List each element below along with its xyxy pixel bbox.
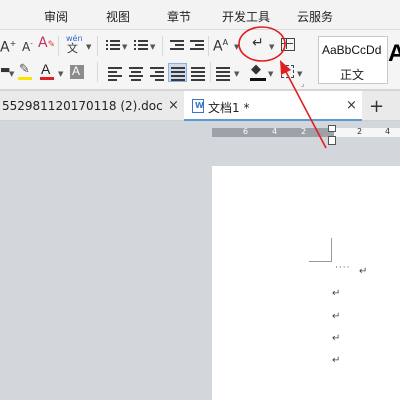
chevron-down-icon[interactable]: ▼ xyxy=(9,70,14,78)
font-color-button[interactable]: A xyxy=(40,61,54,80)
align-right-icon[interactable] xyxy=(150,67,164,81)
paragraph-mark: ↵ xyxy=(359,266,368,277)
style-name: 正文 xyxy=(340,68,365,82)
menu-cloud-service[interactable]: 云服务 xyxy=(297,8,333,25)
menu-developer-tools[interactable]: 开发工具 xyxy=(222,8,270,25)
paragraph-mark: ↵ xyxy=(332,355,341,366)
distributed-align-icon[interactable] xyxy=(191,67,205,81)
menu-bar: 审阅 视图 章节 开发工具 云服务 xyxy=(0,0,400,30)
chevron-down-icon[interactable]: ▼ xyxy=(234,43,239,51)
increase-indent-icon[interactable] xyxy=(190,39,204,51)
highlight-color-bar xyxy=(18,77,32,80)
numbering-icon[interactable] xyxy=(134,39,148,51)
horizontal-ruler[interactable]: 6 4 2 2 4 xyxy=(212,127,400,137)
paragraph-mark: ↵ xyxy=(332,311,341,322)
justify-button[interactable] xyxy=(168,63,187,82)
style-normal[interactable]: AaBbCcDd 正文 xyxy=(318,36,388,84)
style-heading-preview[interactable]: A xyxy=(388,40,400,68)
style-sample-text: AaBbCcDd xyxy=(322,43,382,57)
close-icon[interactable]: × xyxy=(168,98,179,113)
grow-font-button[interactable]: AA xyxy=(213,36,228,54)
menu-review[interactable]: 审阅 xyxy=(44,8,68,25)
align-center-icon[interactable] xyxy=(129,67,143,81)
phonetic-bottom-text: 文 xyxy=(67,42,78,55)
phonetic-guide-button[interactable]: wén 文 xyxy=(64,32,86,56)
ribbon-divider xyxy=(208,36,209,56)
margin-corner-mark xyxy=(331,238,332,262)
paragraph-mark: ↵ xyxy=(332,333,341,344)
ribbon-divider xyxy=(97,62,98,82)
align-left-icon[interactable] xyxy=(108,67,122,81)
chevron-down-icon[interactable]: ▼ xyxy=(268,70,273,78)
text-dots: ···· xyxy=(335,263,351,273)
dialog-launcher-icon[interactable]: ⌟ xyxy=(301,80,304,88)
wps-writer-window: 审阅 视图 章节 开发工具 云服务 A+ A- A✎ wén 文 ▼ ▼ ▼ A… xyxy=(0,0,400,400)
tab-doc-file-label: 552981120170118 (2).doc xyxy=(2,99,163,113)
document-page[interactable] xyxy=(212,166,400,400)
chevron-down-icon[interactable]: ▼ xyxy=(150,43,155,51)
clear-format-icon[interactable]: A✎ xyxy=(38,36,55,52)
chevron-down-icon[interactable]: ▼ xyxy=(297,70,302,78)
shrink-font-button[interactable]: A+ xyxy=(0,37,16,55)
paragraph-mark: ↵ xyxy=(332,288,341,299)
ribbon-divider xyxy=(58,36,59,56)
close-icon[interactable]: × xyxy=(346,98,357,113)
document-icon: W xyxy=(192,99,204,113)
ruler-label: 6 xyxy=(243,127,249,136)
document-tab-bar: 552981120170118 (2).doc × W 文档1 * × + xyxy=(0,91,400,121)
chevron-down-icon[interactable]: ▼ xyxy=(269,43,274,51)
hanging-indent-marker[interactable] xyxy=(328,136,336,145)
bullets-icon[interactable] xyxy=(106,39,120,51)
ribbon-divider xyxy=(210,62,211,82)
highlight-color-button[interactable]: ✎ xyxy=(18,62,32,80)
chevron-down-icon[interactable]: ▼ xyxy=(86,43,91,51)
ruler-label: 2 xyxy=(357,127,363,136)
table-grid-icon[interactable] xyxy=(281,38,295,51)
shrink-font-small-button[interactable]: A- xyxy=(22,37,33,54)
chevron-down-icon[interactable]: ▼ xyxy=(58,70,63,78)
new-tab-icon[interactable]: + xyxy=(369,96,384,117)
grow-font-letter: A xyxy=(213,38,223,55)
margin-corner-mark xyxy=(309,261,332,262)
justify-icon xyxy=(171,67,185,81)
ribbon-divider xyxy=(97,36,98,56)
character-shading-letter: A xyxy=(72,64,81,78)
font-color-bar xyxy=(40,77,54,80)
ruler-label: 4 xyxy=(272,127,278,136)
shading-color-bar xyxy=(250,78,266,81)
tab-document1[interactable]: W 文档1 * × xyxy=(184,91,362,121)
ruler-label: 4 xyxy=(385,127,391,136)
ribbon-divider xyxy=(162,36,163,56)
ruler-text-area xyxy=(334,128,400,137)
line-spacing-icon[interactable] xyxy=(216,67,230,81)
ruler-label: 2 xyxy=(301,127,307,136)
character-shading-button[interactable]: A xyxy=(70,64,84,79)
chevron-down-icon[interactable]: ▼ xyxy=(122,43,127,51)
decrease-indent-icon[interactable] xyxy=(170,39,184,51)
highlight-icon: ✎ xyxy=(19,62,30,77)
paint-bucket-icon: ◆ xyxy=(251,62,261,77)
shading-color-button[interactable]: ◆ xyxy=(250,62,266,81)
menu-section[interactable]: 章节 xyxy=(167,8,191,25)
borders-icon[interactable] xyxy=(281,65,294,78)
tab-document1-label: 文档1 * xyxy=(208,101,250,115)
first-line-indent-marker[interactable] xyxy=(328,125,336,132)
paragraph-mark-icon[interactable]: ↵ xyxy=(252,36,264,50)
menu-view[interactable]: 视图 xyxy=(106,8,130,25)
chevron-down-icon[interactable]: ▼ xyxy=(234,70,239,78)
tab-doc-file[interactable]: 552981120170118 (2).doc × xyxy=(0,91,182,121)
font-color-letter: A xyxy=(41,61,51,77)
